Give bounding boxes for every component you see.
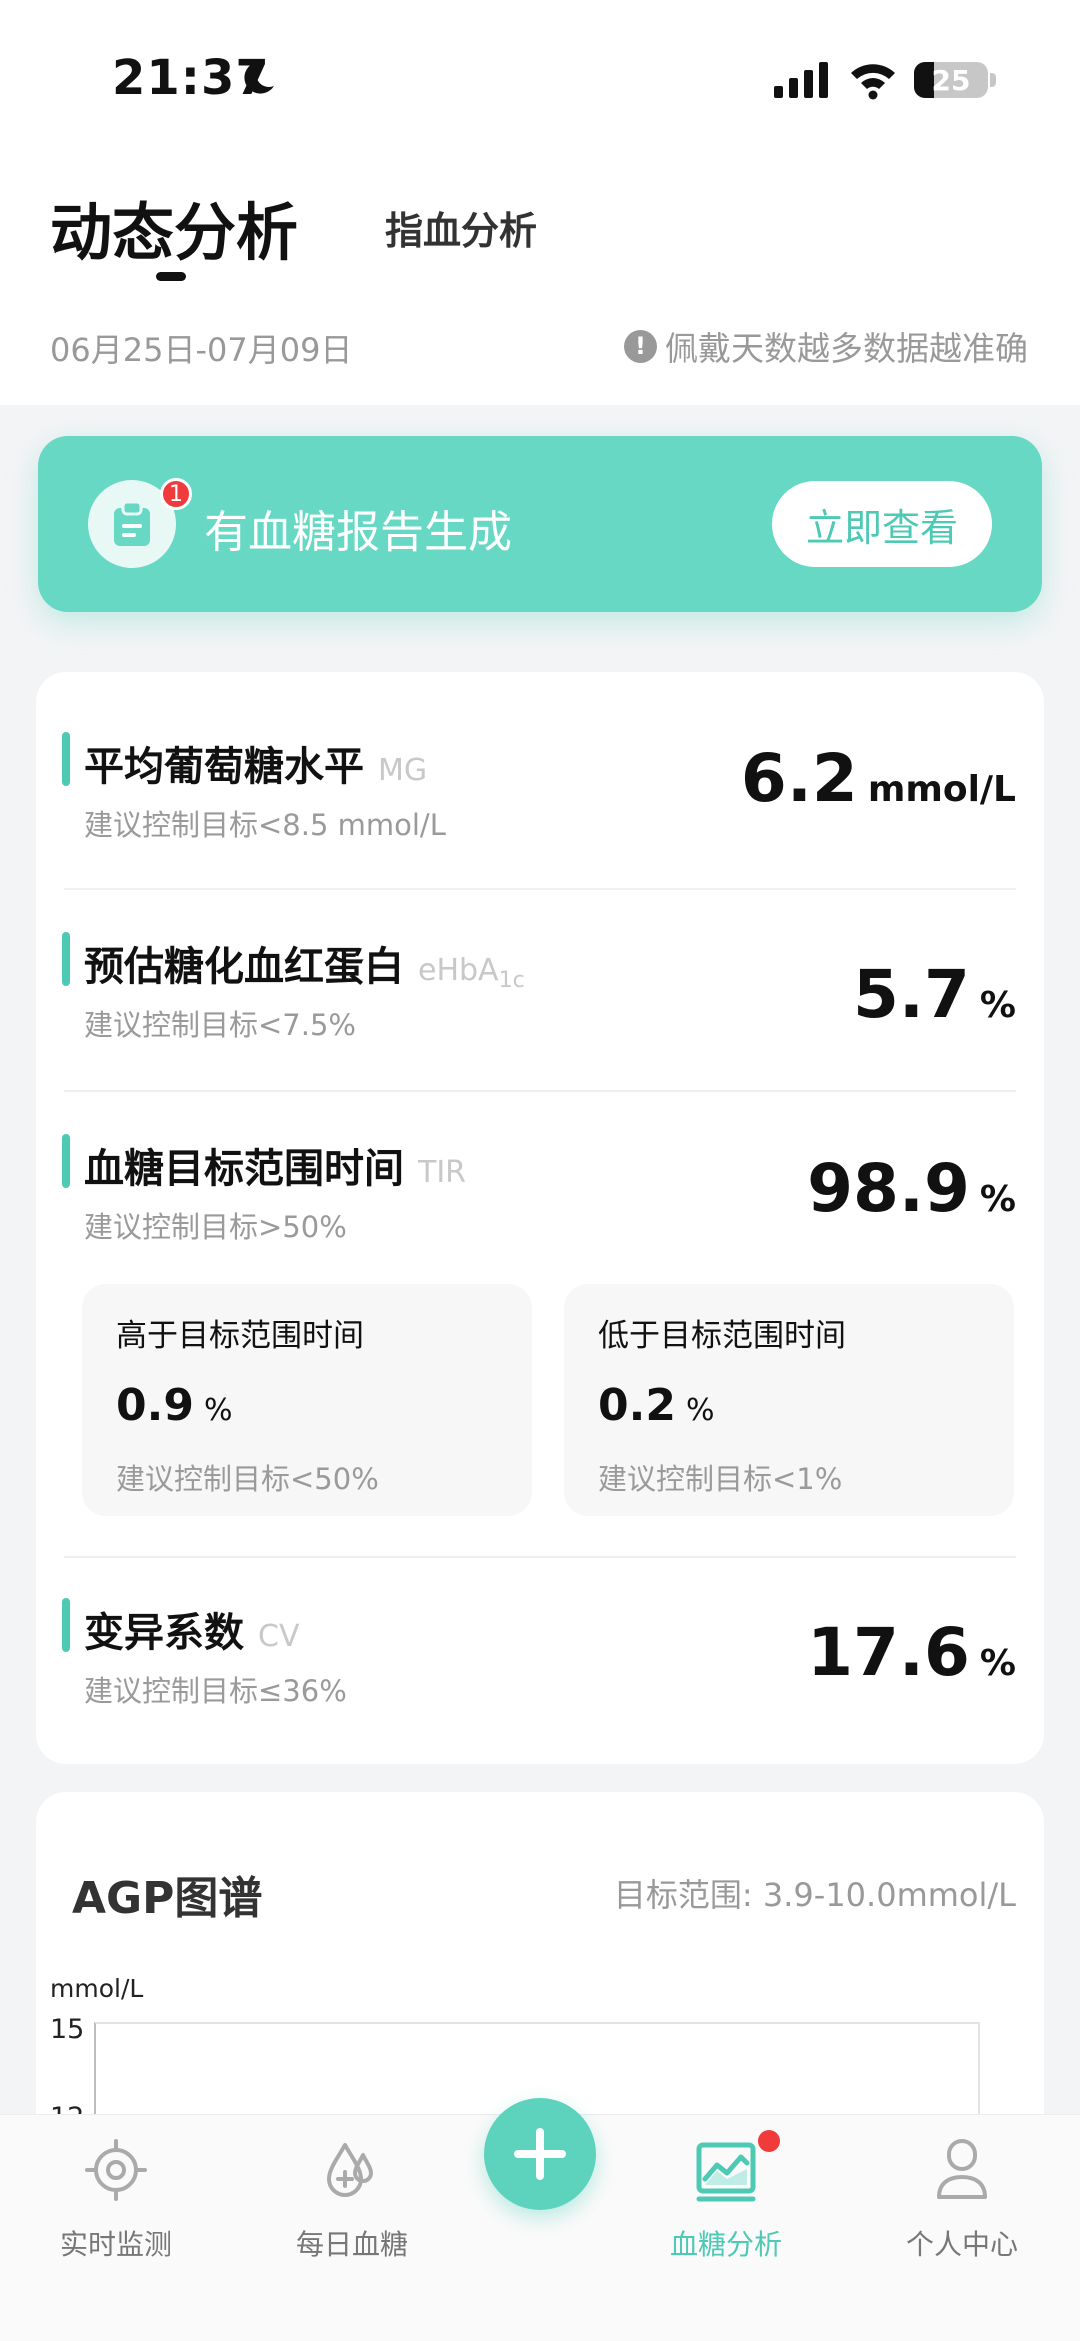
subcard-value: 0.9% [116,1380,233,1431]
banner-text: 有血糖报告生成 [204,507,512,558]
tab-underline [156,272,186,281]
tab-dynamic-analysis[interactable]: 动态分析 [50,182,298,272]
accent-bar [62,732,70,786]
metric-target: 建议控制目标>50% [84,1210,347,1244]
accent-bar [62,932,70,986]
header-area: 21:37 25 动态分析 指血分析 06月25日-07月09日 ! 佩戴天数越… [0,0,1080,405]
metric-value: 17.6% [807,1614,1016,1691]
metric-title: 血糖目标范围时间 TIR [84,1146,467,1192]
metric-abbr: eHbA1c [418,953,525,993]
metric-target: 建议控制目标≤36% [84,1674,347,1708]
metric-title: 预估糖化血红蛋白 eHbA1c [84,944,525,993]
agp-title: AGP图谱 [72,1873,263,1924]
divider [64,1090,1016,1092]
subcard-target: 建议控制目标<50% [116,1462,379,1496]
tab-glucose-analysis[interactable]: 血糖分析 [626,2135,826,2263]
metric-value: 5.7% [853,956,1016,1033]
tab-label: 每日血糖 [295,2228,408,2261]
hint-text: 佩戴天数越多数据越准确 [665,329,1028,368]
metric-title: 变异系数 CV [84,1610,300,1656]
metrics-card: 平均葡萄糖水平 MG 建议控制目标<8.5 mmol/L 6.2 mmol/L 预估… [36,672,1044,1764]
date-range: 06月25日-07月09日 [50,331,353,369]
person-icon [937,2139,987,2199]
divider [64,1556,1016,1558]
below-range-card: 低于目标范围时间 0.2% 建议控制目标<1% [564,1284,1014,1516]
above-range-card: 高于目标范围时间 0.9% 建议控制目标<50% [82,1284,532,1516]
signal-icon [774,62,828,98]
subcard-title: 高于目标范围时间 [116,1318,364,1354]
tab-notification-dot [758,2130,780,2152]
accent-bar [62,1134,70,1188]
accent-bar [62,1598,70,1652]
metric-abbr: MG [378,753,428,788]
subcard-title: 低于目标范围时间 [598,1318,846,1354]
tab-label: 个人中心 [905,2228,1018,2261]
battery-icon: 25 [914,62,988,98]
target-icon [85,2139,147,2201]
battery-tip [990,73,996,87]
tab-label: 实时监测 [59,2228,172,2261]
metric-target: 建议控制目标<8.5 mmol/L [84,808,446,842]
accuracy-hint: ! 佩戴天数越多数据越准确 [624,322,1028,370]
divider [64,888,1016,890]
agp-target-range: 目标范围: 3.9-10.0mmol/L [613,1876,1016,1914]
tab-personal-center[interactable]: 个人中心 [862,2135,1062,2263]
exclamation-icon: ! [624,329,657,363]
chart-analysis-icon [696,2142,756,2202]
blood-drop-icon [327,2143,373,2197]
report-banner[interactable]: 1 有血糖报告生成 立即查看 [38,436,1042,612]
add-record-button[interactable] [484,2098,596,2210]
wifi-icon [851,64,895,100]
metric-title: 平均葡萄糖水平 MG [84,744,428,790]
tab-label: 血糖分析 [669,2228,782,2261]
metric-abbr: CV [258,1619,300,1654]
y-tick: 15 [50,2014,85,2045]
tab-realtime-monitor[interactable]: 实时监测 [16,2135,216,2263]
tab-finger-blood-analysis[interactable]: 指血分析 [385,200,537,255]
tab-daily-glucose[interactable]: 每日血糖 [252,2135,452,2263]
subcard-value: 0.2% [598,1380,715,1431]
y-axis-unit: mmol/L [50,1974,144,2003]
metric-value: 6.2 mmol/L [740,740,1016,817]
subcard-target: 建议控制目标<1% [598,1462,843,1496]
metric-target: 建议控制目标<7.5% [84,1008,356,1042]
view-now-button[interactable]: 立即查看 [772,481,992,567]
metric-abbr: TIR [418,1155,467,1190]
notification-badge: 1 [160,478,192,510]
moon-icon [244,61,274,94]
battery-level: 25 [931,64,971,97]
metric-value: 98.9% [807,1150,1016,1227]
